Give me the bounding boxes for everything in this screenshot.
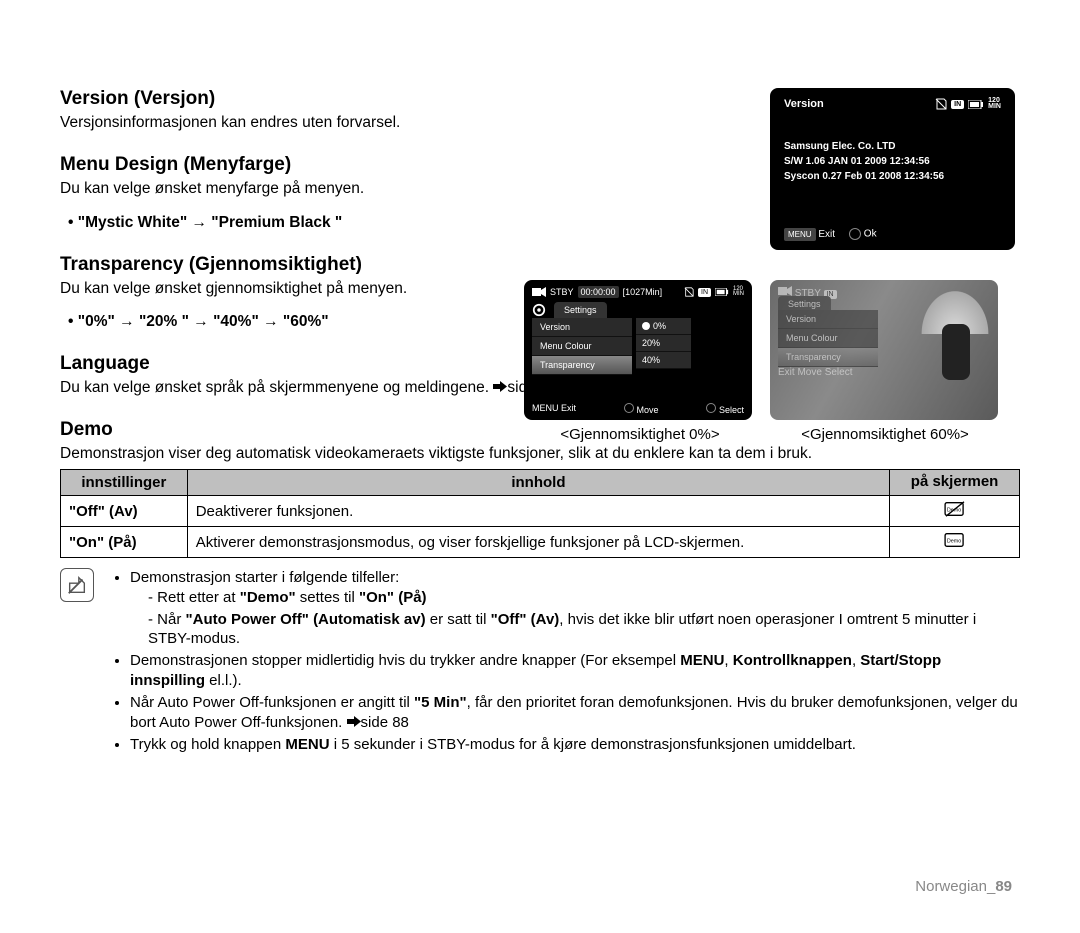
svg-text:Demo: Demo — [946, 508, 960, 514]
gear-icon — [532, 303, 546, 317]
table-row: "Off" (Av) Deaktiverer funksjonen. Demo — [61, 496, 1020, 527]
opt-40-label: 40% — [642, 355, 660, 365]
exit-label: Exit — [778, 367, 795, 378]
opt-40: 40% — [636, 352, 691, 369]
demo-table: innstillinger innhold på skjermen "Off" … — [60, 469, 1020, 558]
menu-list: Version Menu Colour Transparency — [532, 318, 632, 375]
menu-item-menu-colour: Menu Colour — [778, 329, 878, 348]
ok-label: Ok — [864, 229, 877, 240]
heading-version: Version (Versjon) — [60, 88, 550, 110]
stby-label: STBY — [550, 287, 574, 297]
ok-icon — [849, 228, 861, 240]
sd-card-icon — [935, 98, 947, 110]
caption-60pct: <Gjennomsiktighet 60%> — [770, 426, 1000, 443]
heading-menu-design: Menu Design (Menyfarge) — [60, 154, 550, 176]
footer-lang: Norwegian_ — [915, 878, 995, 895]
menu-item-menu-colour: Menu Colour — [532, 337, 632, 356]
note-1-text: Demonstrasjon starter i følgende tilfell… — [130, 569, 399, 586]
note-block: Demonstrasjon starter i følgende tilfell… — [60, 568, 1020, 756]
screen-version-status-icons: IN 120 MIN — [935, 98, 1001, 111]
note-4: Trykk og hold knappen MENU i 5 sekunder … — [130, 735, 1020, 755]
footer-page: 89 — [995, 878, 1012, 895]
cell-setting-on: "On" (På) — [61, 527, 188, 558]
menu-item-version: Version — [532, 318, 632, 337]
select-icon — [706, 403, 716, 413]
svg-text:Demo: Demo — [946, 539, 960, 545]
page-footer: Norwegian_89 — [915, 878, 1012, 895]
screen-version-title: Version — [784, 98, 824, 110]
min-badge: 120 MIN — [988, 98, 1001, 111]
select-label: Select — [825, 367, 853, 378]
desc-version: Versjonsinformasjonen kan endres uten fo… — [60, 114, 550, 132]
cell-icon-off: Demo — [890, 496, 1020, 527]
screen-menu-60: STBY IN Settings Version Menu Colour Tra… — [770, 280, 998, 420]
move-icon — [624, 403, 634, 413]
caption-0pct: <Gjennomsiktighet 0%> — [526, 426, 754, 443]
demo-on-icon: Demo — [944, 531, 966, 549]
bullet-transparency: "0%" → "20% " → "40%" → "60%" — [68, 313, 550, 331]
section-transparency: Transparency (Gjennomsiktighet) Du kan v… — [60, 254, 550, 332]
version-line-3: Syscon 0.27 Feb 01 2008 12:34:56 — [784, 169, 1001, 184]
cell-setting-off: "Off" (Av) — [61, 496, 188, 527]
menu-item-version: Version — [778, 310, 878, 329]
note-1: Demonstrasjon starter i følgende tilfell… — [130, 568, 1020, 649]
version-line-2: S/W 1.06 JAN 01 2009 12:34:56 — [784, 154, 1001, 169]
battery-icon — [715, 288, 729, 296]
th-content: innhold — [187, 470, 889, 496]
table-row: "On" (På) Aktiverer demonstrasjonsmodus,… — [61, 527, 1020, 558]
cell-content-on: Aktiverer demonstrasjonsmodus, og viser … — [187, 527, 889, 558]
desc-demo: Demonstrasjon viser deg automatisk video… — [60, 445, 1020, 463]
exit-label: Exit — [818, 229, 835, 240]
opt-20-label: 20% — [642, 338, 660, 348]
menu-button-label: MENU — [532, 403, 559, 413]
screen-version: Version IN 120 MIN Samsung Elec. Co. LTD… — [770, 88, 1015, 250]
demo-off-icon: Demo — [944, 500, 966, 518]
note-2: Demonstrasjonen stopper midlertidig hvis… — [130, 651, 1020, 691]
settings-tab: Settings — [554, 302, 607, 318]
section-version: Version (Versjon) Versjonsinformasjonen … — [60, 88, 550, 132]
bullet-menu-design: "Mystic White" → "Premium Black " — [68, 214, 550, 232]
section-menu-design: Menu Design (Menyfarge) Du kan velge øns… — [60, 154, 550, 232]
in-badge: IN — [951, 100, 964, 109]
desc-language-pre: Du kan velge ønsket språk på skjermmenye… — [60, 379, 493, 396]
heading-transparency: Transparency (Gjennomsiktighet) — [60, 254, 550, 276]
select-label: Select — [719, 405, 744, 415]
options-list: 0% 20% 40% — [636, 318, 691, 375]
version-line-1: Samsung Elec. Co. LTD — [784, 139, 1001, 154]
desc-transparency: Du kan velge ønsket gjennomsiktighet på … — [60, 280, 550, 298]
check-icon — [642, 322, 650, 330]
battery-icon — [968, 100, 984, 109]
note-icon — [60, 568, 94, 602]
time-label: 00:00:00 — [578, 286, 619, 298]
desc-menu-design: Du kan velge ønsket menyfarge på menyen. — [60, 180, 550, 198]
camcorder-icon — [532, 287, 546, 297]
camcorder-icon — [778, 286, 792, 296]
min-badge: 120 MIN — [733, 287, 744, 298]
menu-item-transparency: Transparency — [532, 356, 632, 375]
remain-label: [1027Min] — [623, 287, 663, 297]
cell-icon-on: Demo — [890, 527, 1020, 558]
move-label: Move — [797, 367, 821, 378]
move-label: Move — [637, 405, 659, 415]
exit-label: Exit — [561, 403, 576, 413]
th-onscreen: på skjermen — [890, 470, 1020, 496]
note-1a: Rett etter at "Demo" settes til "On" (På… — [148, 588, 1020, 608]
in-badge: IN — [698, 288, 711, 297]
opt-0: 0% — [636, 318, 691, 335]
page-ref-icon — [347, 713, 361, 733]
cell-content-off: Deaktiverer funksjonen. — [187, 496, 889, 527]
menu-button-label: MENU — [784, 228, 816, 241]
note-1b: Når "Auto Power Off" (Automatisk av) er … — [148, 610, 1020, 650]
th-settings: innstillinger — [61, 470, 188, 496]
note-3: Når Auto Power Off-funksjonen er angitt … — [130, 693, 1020, 733]
menu-item-transparency: Transparency — [778, 348, 878, 367]
opt-20: 20% — [636, 335, 691, 352]
sd-card-icon — [684, 287, 694, 297]
screen-menu-0: STBY 00:00:00 [1027Min] IN 120 MIN Setti… — [524, 280, 752, 420]
opt-0-label: 0% — [653, 321, 666, 331]
page-ref-icon — [493, 379, 507, 397]
